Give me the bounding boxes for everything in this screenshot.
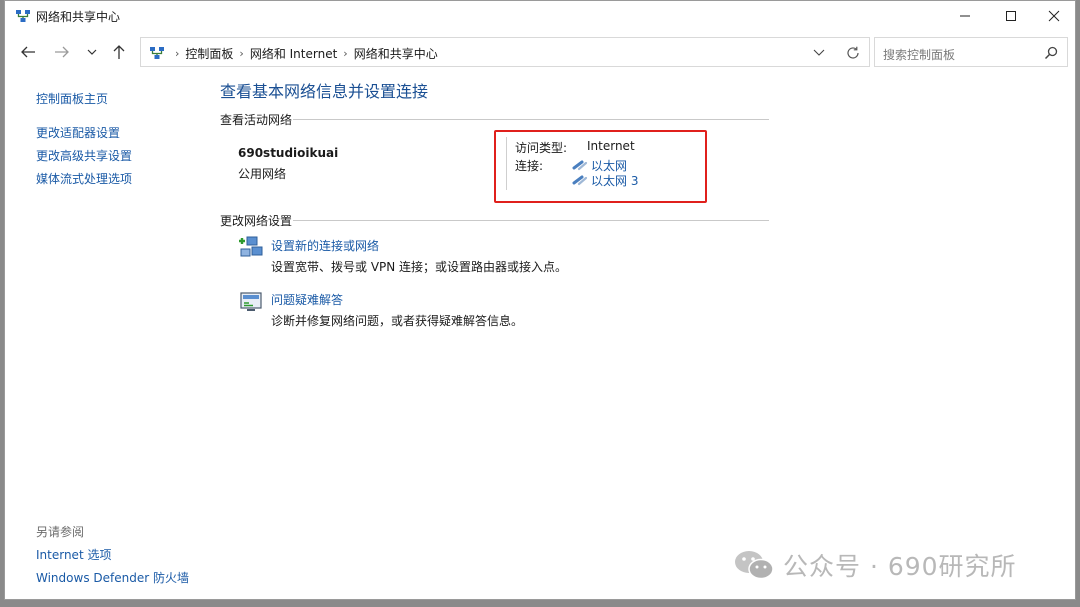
refresh-button[interactable] [843, 44, 863, 62]
search-placeholder: 搜索控制面板 [883, 48, 956, 62]
section-divider [293, 220, 769, 221]
page-title: 查看基本网络信息并设置连接 [220, 82, 429, 101]
title-bar: 网络和共享中心 [5, 1, 1075, 31]
breadcrumb-network-internet[interactable]: 网络和 Internet [250, 45, 337, 62]
highlight-annotation-box [494, 130, 707, 203]
up-button[interactable] [106, 40, 132, 64]
troubleshoot-problems-link[interactable]: 问题疑难解答 [271, 291, 343, 308]
new-connection-icon [239, 236, 263, 257]
navigation-bar: › 控制面板 › 网络和 Internet › 网络和共享中心 搜索控制面板 [5, 32, 1075, 72]
address-bar[interactable]: › 控制面板 › 网络和 Internet › 网络和共享中心 [140, 37, 870, 67]
left-pane: 控制面板主页 更改适配器设置 更改高级共享设置 媒体流式处理选项 另请参阅 In… [5, 73, 210, 599]
search-icon [1044, 46, 1058, 60]
change-adapter-settings-link[interactable]: 更改适配器设置 [36, 124, 120, 141]
chevron-right-icon[interactable]: › [343, 47, 347, 60]
chevron-down-icon [87, 49, 97, 55]
maximize-button[interactable] [988, 1, 1034, 31]
watermark: 公众号 · 690研究所 [733, 548, 1017, 582]
media-streaming-link[interactable]: 媒体流式处理选项 [36, 170, 132, 187]
active-networks-heading: 查看活动网络 [220, 113, 293, 127]
watermark-text: 公众号 · 690研究所 [783, 552, 1017, 581]
wechat-logo-icon [735, 551, 774, 580]
arrow-left-icon [21, 46, 35, 58]
chevron-right-icon: › [175, 47, 180, 60]
forward-button[interactable] [49, 40, 75, 64]
change-advanced-sharing-link[interactable]: 更改高级共享设置 [36, 147, 132, 164]
windows-defender-firewall-link[interactable]: Windows Defender 防火墙 [36, 569, 189, 586]
setup-new-connection-link[interactable]: 设置新的连接或网络 [271, 237, 379, 254]
chevron-right-icon[interactable]: › [239, 47, 243, 60]
network-category[interactable]: 公用网络 [238, 165, 286, 182]
recent-locations-button[interactable] [79, 40, 105, 64]
see-also-heading: 另请参阅 [36, 525, 85, 539]
troubleshoot-icon [240, 292, 262, 311]
breadcrumb-control-panel[interactable]: 控制面板 [185, 45, 233, 62]
close-button[interactable] [1031, 1, 1075, 31]
search-input[interactable]: 搜索控制面板 [874, 37, 1068, 67]
change-settings-heading: 更改网络设置 [220, 214, 293, 228]
close-icon [1048, 10, 1060, 22]
back-button[interactable] [15, 40, 41, 64]
network-name: 690studioikuai [238, 146, 339, 160]
address-history-button[interactable] [809, 45, 829, 61]
troubleshoot-problems-description: 诊断并修复网络问题，或者获得疑难解答信息。 [271, 314, 524, 328]
breadcrumb-network-sharing-center[interactable]: 网络和共享中心 [354, 45, 438, 62]
control-panel-window: 网络和共享中心 › 控制面板 › 网络和 Internet › 网络和共享中心 … [4, 0, 1076, 600]
chevron-down-icon [813, 49, 825, 56]
internet-options-link[interactable]: Internet 选项 [36, 546, 111, 563]
minimize-icon [960, 15, 970, 17]
network-center-icon [150, 47, 164, 59]
maximize-icon [1006, 11, 1016, 21]
refresh-icon [847, 46, 859, 59]
network-center-icon [16, 10, 30, 22]
setup-new-connection-description: 设置宽带、拨号或 VPN 连接；或设置路由器或接入点。 [271, 260, 568, 274]
section-divider [293, 119, 769, 120]
breadcrumb: › 控制面板 › 网络和 Internet › 网络和共享中心 [169, 45, 438, 62]
minimize-button[interactable] [942, 1, 988, 31]
control-panel-home-link[interactable]: 控制面板主页 [36, 90, 108, 107]
arrow-right-icon [55, 46, 69, 58]
window-title: 网络和共享中心 [36, 10, 121, 24]
arrow-up-icon [113, 45, 125, 59]
